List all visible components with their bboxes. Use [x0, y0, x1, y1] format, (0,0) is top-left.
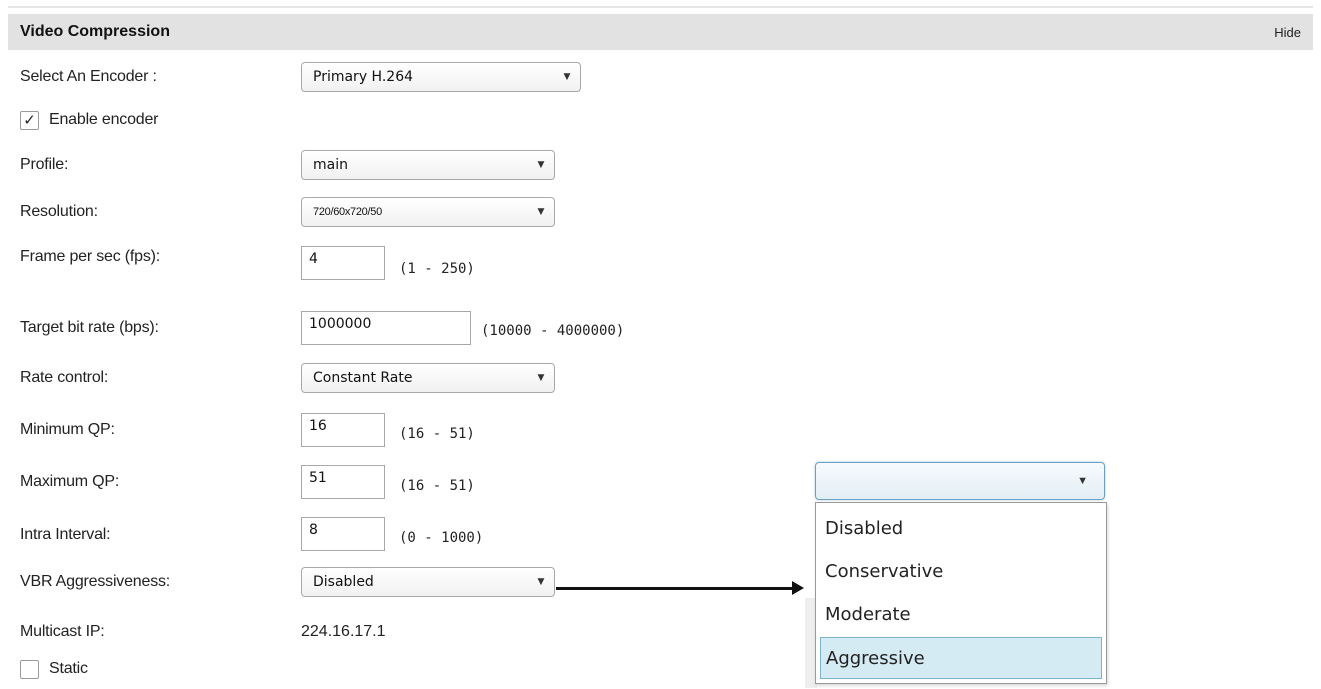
min-qp-input[interactable]: 16: [301, 413, 385, 447]
chevron-down-icon: ▼: [563, 72, 571, 82]
static-label: Static: [49, 660, 88, 677]
top-divider: [8, 6, 1313, 8]
multicast-ip-value: 224.16.17.1: [301, 623, 386, 640]
max-qp-label: Maximum QP:: [20, 473, 120, 490]
hide-link[interactable]: Hide: [1274, 25, 1301, 40]
bitrate-input[interactable]: 1000000: [301, 311, 471, 345]
bitrate-range: (10000 - 4000000): [481, 323, 625, 339]
intra-interval-range: (0 - 1000): [399, 530, 484, 546]
static-checkbox[interactable]: [20, 659, 39, 679]
rate-control-label: Rate control:: [20, 369, 109, 386]
vbr-value: Disabled: [313, 574, 374, 590]
max-qp-input[interactable]: 51: [301, 465, 385, 499]
max-qp-row: Maximum QP:: [20, 467, 119, 497]
profile-label: Profile:: [20, 156, 69, 173]
profile-value: main: [313, 157, 348, 173]
profile-select[interactable]: main ▼: [301, 150, 555, 180]
encoder-label: Select An Encoder :: [20, 68, 157, 85]
min-qp-label: Minimum QP:: [20, 421, 115, 438]
encoder-value: Primary H.264: [313, 69, 414, 85]
resolution-row: Resolution:: [20, 197, 98, 227]
vbr-option-moderate[interactable]: Moderate: [820, 593, 1102, 635]
intra-interval-label: Intra Interval:: [20, 526, 111, 543]
vbr-option-conservative[interactable]: Conservative: [820, 550, 1102, 592]
section-title: Video Compression: [20, 23, 170, 40]
chevron-down-icon: ▼: [537, 577, 545, 587]
resolution-value: 720/60x720/50: [313, 206, 382, 218]
rate-control-row: Rate control:: [20, 363, 108, 393]
fps-range: (1 - 250): [399, 261, 475, 277]
encoder-select[interactable]: Primary H.264 ▼: [301, 62, 581, 92]
vbr-option-aggressive[interactable]: Aggressive: [820, 637, 1102, 679]
fps-input[interactable]: 4: [301, 246, 385, 280]
profile-row: Profile:: [20, 150, 68, 180]
enable-encoder-checkbox[interactable]: ✓: [20, 110, 39, 130]
intra-interval-input[interactable]: 8: [301, 517, 385, 551]
check-icon: ✓: [23, 112, 36, 129]
vbr-label: VBR Aggressiveness:: [20, 573, 171, 590]
rate-control-select[interactable]: Constant Rate ▼: [301, 363, 555, 393]
vbr-expanded-select[interactable]: ▼: [815, 462, 1105, 500]
chevron-down-icon: ▼: [1077, 475, 1088, 487]
section-header: Video Compression Hide: [8, 14, 1313, 50]
vbr-row: VBR Aggressiveness:: [20, 567, 170, 597]
callout-arrow-head: [792, 581, 804, 595]
chevron-down-icon: ▼: [537, 373, 545, 383]
chevron-down-icon: ▼: [537, 207, 545, 217]
min-qp-row: Minimum QP:: [20, 415, 115, 445]
chevron-down-icon: ▼: [537, 160, 545, 170]
enable-encoder-label: Enable encoder: [49, 111, 159, 128]
multicast-row: Multicast IP:: [20, 617, 105, 647]
rate-control-value: Constant Rate: [313, 370, 413, 386]
min-qp-range: (16 - 51): [399, 426, 475, 442]
vbr-option-disabled[interactable]: Disabled: [820, 507, 1102, 549]
bitrate-label: Target bit rate (bps):: [20, 319, 159, 336]
enable-encoder-row: ✓ Enable encoder: [20, 105, 158, 135]
vbr-options-list: Disabled Conservative Moderate Aggressiv…: [815, 502, 1107, 684]
resolution-label: Resolution:: [20, 203, 98, 220]
static-row: Static: [20, 654, 88, 684]
encoder-row: Select An Encoder :: [20, 62, 157, 92]
fps-label: Frame per sec (fps):: [20, 248, 161, 265]
fps-row: Frame per sec (fps):: [20, 242, 160, 272]
max-qp-range: (16 - 51): [399, 478, 475, 494]
vbr-select[interactable]: Disabled ▼: [301, 567, 555, 597]
callout-arrow-line: [556, 587, 794, 590]
bitrate-row: Target bit rate (bps):: [20, 313, 159, 343]
multicast-label: Multicast IP:: [20, 623, 105, 640]
intra-interval-row: Intra Interval:: [20, 520, 111, 550]
resolution-select[interactable]: 720/60x720/50 ▼: [301, 197, 555, 227]
